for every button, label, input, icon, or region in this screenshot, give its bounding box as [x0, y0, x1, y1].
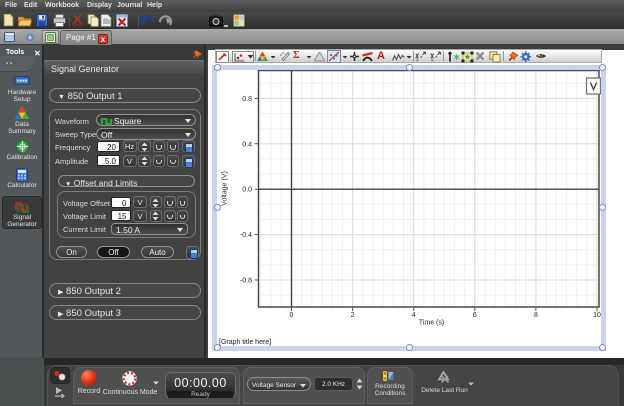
- svg-text:0.0: 0.0: [242, 186, 252, 193]
- svg-text:Time (s): Time (s): [418, 319, 443, 326]
- svg-text:0.4: 0.4: [242, 141, 252, 148]
- svg-text:8: 8: [533, 312, 537, 319]
- svg-text:4: 4: [411, 312, 415, 319]
- svg-text:0: 0: [289, 312, 293, 319]
- svg-text:10: 10: [593, 312, 601, 319]
- svg-text:0.8: 0.8: [242, 95, 252, 102]
- svg-text:2: 2: [350, 312, 354, 319]
- svg-text:Voltage (V): Voltage (V): [221, 171, 228, 206]
- svg-text:-0.8: -0.8: [239, 277, 251, 284]
- svg-text:6: 6: [472, 312, 476, 319]
- svg-text:-0.4: -0.4: [239, 232, 251, 239]
